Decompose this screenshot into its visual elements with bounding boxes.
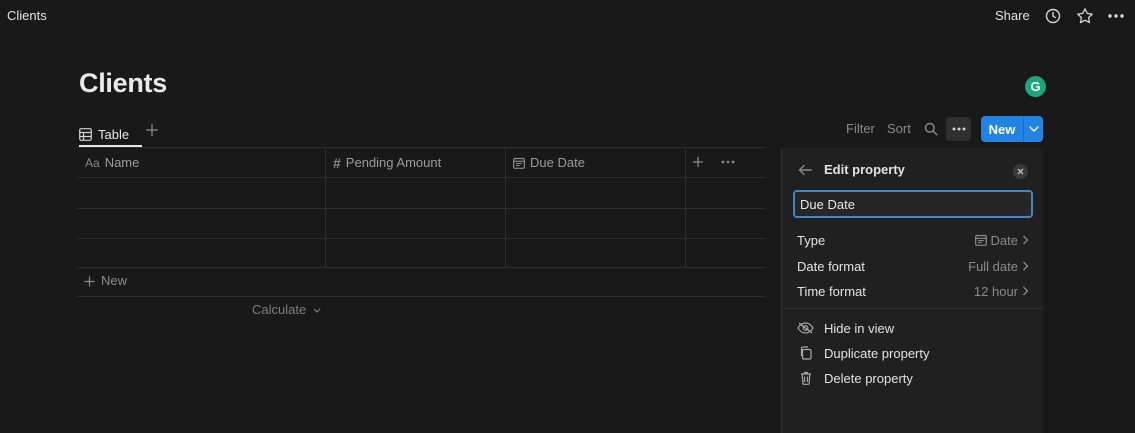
column-header-pending-amount[interactable]: # Pending Amount	[333, 147, 441, 178]
table-footer-border	[77, 296, 765, 297]
trash-icon	[797, 371, 814, 385]
table-cell[interactable]	[506, 178, 685, 208]
delete-property-label: Delete property	[824, 370, 913, 386]
new-button[interactable]: New	[981, 116, 1023, 142]
chevron-down-icon[interactable]	[1023, 116, 1043, 142]
view-more-button[interactable]	[946, 117, 971, 141]
time-format-row[interactable]: Time format 12 hour	[797, 281, 1029, 301]
date-format-value: Full date	[968, 258, 1018, 274]
star-icon[interactable]	[1075, 6, 1095, 26]
column-more-icon[interactable]	[721, 153, 735, 164]
table-cell[interactable]	[326, 178, 505, 208]
calculate-label: Calculate	[252, 302, 307, 317]
duplicate-property-button[interactable]: Duplicate property	[797, 343, 930, 363]
table-cell[interactable]	[326, 209, 505, 239]
table-cell[interactable]	[326, 239, 505, 267]
table-cell[interactable]	[77, 178, 325, 208]
table-cell[interactable]	[506, 209, 685, 239]
hide-in-view-label: Hide in view	[824, 320, 895, 336]
add-row-label: New	[101, 273, 128, 288]
column-label: Pending Amount	[345, 155, 442, 170]
chevron-right-icon	[1023, 286, 1029, 296]
text-property-icon: Aa	[85, 155, 100, 170]
calendar-icon	[513, 157, 525, 169]
panel-divider	[782, 308, 1044, 309]
clock-icon[interactable]	[1043, 6, 1063, 26]
breadcrumb[interactable]: Clients	[7, 8, 47, 23]
delete-property-button[interactable]: Delete property	[797, 368, 913, 388]
duplicate-property-label: Duplicate property	[824, 345, 930, 361]
share-button[interactable]: Share	[995, 8, 1030, 23]
add-row-button[interactable]: New	[84, 273, 127, 288]
column-label: Name	[104, 155, 140, 170]
chevron-right-icon	[1023, 261, 1029, 271]
property-type-value: Date	[990, 232, 1018, 248]
table-cell[interactable]	[77, 209, 325, 239]
add-view-icon[interactable]	[145, 121, 161, 137]
property-type-row[interactable]: Type Date	[797, 230, 1029, 250]
close-icon[interactable]	[1013, 164, 1028, 179]
time-format-value: 12 hour	[973, 283, 1018, 299]
date-format-label: Date format	[797, 258, 865, 274]
panel-title: Edit property	[824, 162, 905, 177]
sort-button[interactable]: Sort	[887, 121, 911, 136]
avatar[interactable]: G	[1025, 76, 1046, 97]
column-header-name[interactable]: Aa Name	[85, 147, 139, 178]
edit-property-panel: Edit property Type Date Date format Full…	[781, 148, 1044, 433]
calendar-icon	[974, 234, 987, 246]
property-type-label: Type	[797, 232, 826, 248]
back-arrow-icon[interactable]	[798, 162, 812, 176]
column-header-due-date[interactable]: Due Date	[513, 147, 585, 178]
table-cell[interactable]	[77, 239, 325, 267]
column-label: Due Date	[530, 155, 585, 170]
date-format-row[interactable]: Date format Full date	[797, 256, 1029, 276]
chevron-down-icon	[313, 308, 321, 313]
add-column-icon[interactable]	[692, 153, 704, 168]
page-title[interactable]: Clients	[79, 68, 167, 99]
column-divider	[685, 147, 686, 267]
tab-table[interactable]: Table	[79, 121, 129, 147]
table-icon	[79, 127, 92, 141]
row-divider	[77, 267, 765, 268]
table-cell[interactable]	[506, 239, 685, 267]
tab-label: Table	[98, 126, 130, 142]
filter-button[interactable]: Filter	[846, 121, 875, 136]
time-format-label: Time format	[797, 283, 866, 299]
number-property-icon: #	[333, 154, 341, 171]
property-name-input[interactable]	[793, 190, 1033, 218]
top-bar: Clients Share	[0, 0, 1135, 32]
more-icon[interactable]	[1106, 6, 1126, 26]
chevron-right-icon	[1023, 235, 1029, 245]
eye-slash-icon	[797, 322, 814, 334]
duplicate-icon	[797, 346, 814, 360]
search-icon[interactable]	[924, 122, 938, 136]
hide-in-view-button[interactable]: Hide in view	[797, 318, 894, 338]
calculate-button[interactable]: Calculate	[252, 302, 321, 317]
plus-icon	[84, 273, 95, 288]
